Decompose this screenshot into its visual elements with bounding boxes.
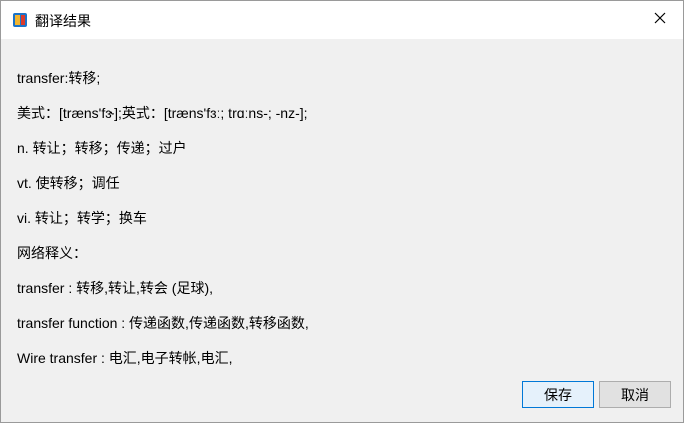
cancel-button[interactable]: 取消	[599, 381, 671, 408]
window-title: 翻译结果	[35, 13, 91, 29]
web-definition-item: transfer function : 传递函数,传递函数,转移函数,	[17, 315, 309, 331]
web-definition-item: Wire transfer : 电汇,电子转帐,电汇,	[17, 350, 233, 366]
translate-app-icon	[12, 12, 28, 28]
web-definition-item: transfer : 转移,转让,转会 (足球),	[17, 280, 214, 296]
result-line-noun: n. 转让；转移；传递；过户	[17, 140, 187, 156]
save-button[interactable]: 保存	[522, 381, 594, 408]
close-button[interactable]	[637, 1, 683, 39]
close-icon	[654, 11, 666, 29]
result-line-word: transfer:转移;	[17, 70, 101, 86]
web-definitions-heading: 网络释义：	[17, 245, 87, 261]
result-line-verb-transitive: vt. 使转移；调任	[17, 175, 120, 191]
translation-content: transfer:转移; 美式：[træns'fɝ];英式：[træns'fɜː…	[17, 63, 667, 378]
translation-dialog: 翻译结果 transfer:转移; 美式：[træns'fɝ];英式：[træn…	[0, 0, 684, 423]
result-line-verb-intransitive: vi. 转让；转学；换车	[17, 210, 147, 226]
result-line-phonetic: 美式：[træns'fɝ];英式：[træns'fɜː; trɑːns-; -n…	[17, 105, 308, 121]
title-bar: 翻译结果	[1, 1, 683, 39]
